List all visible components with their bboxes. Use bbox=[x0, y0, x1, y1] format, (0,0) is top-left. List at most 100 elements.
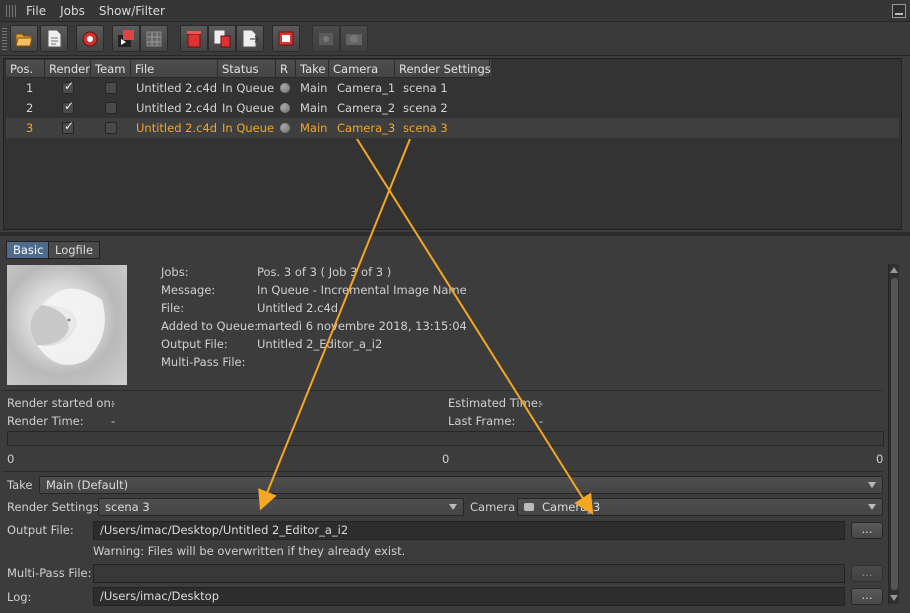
status-dot-icon bbox=[280, 83, 290, 93]
output-file-input[interactable]: /Users/imac/Desktop/Untitled 2_Editor_a_… bbox=[93, 521, 845, 540]
cell-camera: Camera_2 bbox=[337, 101, 396, 115]
jobs-value: Pos. 3 of 3 ( Job 3 of 3 ) bbox=[257, 265, 392, 279]
output-browse-button[interactable]: ... bbox=[851, 522, 883, 539]
render-button[interactable] bbox=[76, 25, 104, 52]
scroll-down-icon[interactable] bbox=[890, 595, 898, 601]
new-document-icon bbox=[47, 29, 62, 48]
render-checkbox[interactable] bbox=[62, 119, 74, 134]
scroll-thumb[interactable] bbox=[891, 278, 898, 590]
header-render[interactable]: Render bbox=[45, 60, 91, 78]
grid-icon bbox=[146, 31, 162, 47]
message-label: Message: bbox=[161, 283, 216, 297]
cell-render-settings: scena 1 bbox=[403, 81, 448, 95]
delete-button[interactable] bbox=[180, 25, 208, 52]
open-folder-button[interactable] bbox=[10, 25, 38, 52]
cell-render-settings: scena 2 bbox=[403, 101, 448, 115]
cell-camera: Camera_1 bbox=[337, 81, 396, 95]
grid-button[interactable] bbox=[140, 25, 168, 52]
chevron-down-icon bbox=[449, 504, 457, 510]
cell-pos: 2 bbox=[26, 101, 34, 115]
header-take[interactable]: Take bbox=[296, 60, 329, 78]
take-dropdown[interactable]: Main (Default) bbox=[39, 476, 883, 494]
header-status[interactable]: Status bbox=[218, 60, 276, 78]
minimize-icon[interactable] bbox=[892, 4, 906, 18]
log-input[interactable]: /Users/imac/Desktop bbox=[93, 587, 845, 606]
scroll-up-icon[interactable] bbox=[890, 267, 898, 273]
cell-take: Main bbox=[300, 121, 328, 135]
cell-camera: Camera_3 bbox=[337, 121, 396, 135]
toolbar-grip-icon[interactable] bbox=[2, 28, 7, 50]
multipass-file-input[interactable] bbox=[93, 564, 845, 583]
log-browse-button[interactable]: ... bbox=[851, 588, 883, 605]
render-time-value: - bbox=[111, 414, 116, 428]
menu-bar: File Jobs Show/Filter bbox=[0, 0, 910, 22]
cell-pos: 1 bbox=[26, 81, 34, 95]
tab-logfile[interactable]: Logfile bbox=[48, 241, 101, 259]
menu-file[interactable]: File bbox=[26, 4, 46, 18]
delete-all-button[interactable] bbox=[208, 25, 236, 52]
menu-show-filter[interactable]: Show/Filter bbox=[99, 4, 165, 18]
camera-dropdown[interactable]: Camera_3 bbox=[517, 498, 883, 516]
export-icon bbox=[242, 29, 259, 48]
header-camera[interactable]: Camera bbox=[329, 60, 395, 78]
camera-icon bbox=[524, 503, 534, 511]
header-r[interactable]: R bbox=[276, 60, 296, 78]
toolbar bbox=[0, 22, 910, 56]
render-queue-button[interactable] bbox=[112, 25, 140, 52]
export-button[interactable] bbox=[236, 25, 264, 52]
table-row[interactable]: 1 Untitled 2.c4d In Queue Main Camera_1 … bbox=[6, 78, 899, 98]
job-list: Pos. Render Team File Status R Take Came… bbox=[3, 58, 902, 230]
output-label: Output File: bbox=[161, 337, 228, 351]
cell-render-settings: scena 3 bbox=[403, 121, 448, 135]
status-dot-icon bbox=[280, 123, 290, 133]
take-value: Main (Default) bbox=[46, 478, 129, 492]
preview-shape-icon bbox=[30, 288, 105, 365]
divider bbox=[3, 471, 883, 472]
new-document-button[interactable] bbox=[40, 25, 68, 52]
camera-dim-button[interactable] bbox=[340, 25, 368, 52]
multipass-browse-button[interactable]: ... bbox=[851, 565, 883, 582]
message-value: In Queue - Incremental Image Name bbox=[257, 283, 467, 297]
settings-dim-button[interactable] bbox=[312, 25, 340, 52]
menu-jobs[interactable]: Jobs bbox=[60, 4, 85, 18]
last-frame-value: - bbox=[539, 414, 544, 428]
render-settings-label: Render Settings bbox=[7, 500, 99, 514]
team-checkbox[interactable] bbox=[105, 122, 117, 134]
progress-end: 0 bbox=[876, 452, 884, 466]
render-icon bbox=[82, 31, 98, 47]
delete-all-icon bbox=[213, 29, 231, 48]
render-time-label: Render Time: bbox=[7, 414, 84, 428]
team-checkbox[interactable] bbox=[105, 102, 117, 114]
status-dot-icon bbox=[280, 103, 290, 113]
render-settings-dropdown[interactable]: scena 3 bbox=[98, 498, 464, 516]
camera-dim-icon bbox=[346, 34, 362, 45]
cell-file: Untitled 2.c4d bbox=[136, 101, 218, 115]
header-pos[interactable]: Pos. bbox=[6, 60, 45, 78]
table-row-selected[interactable]: 3 Untitled 2.c4d In Queue Main Camera_3 … bbox=[6, 118, 899, 138]
divider bbox=[3, 390, 883, 391]
file-label: File: bbox=[161, 301, 185, 315]
take-label: Take bbox=[7, 478, 33, 492]
table-row[interactable]: 2 Untitled 2.c4d In Queue Main Camera_2 … bbox=[6, 98, 899, 118]
team-checkbox[interactable] bbox=[105, 82, 117, 94]
chevron-down-icon bbox=[868, 504, 876, 510]
log-label: Log: bbox=[7, 590, 32, 604]
added-label: Added to Queue: bbox=[161, 319, 259, 333]
delete-icon bbox=[187, 31, 201, 48]
header-team[interactable]: Team bbox=[91, 60, 131, 78]
render-checkbox[interactable] bbox=[62, 79, 74, 94]
camera-label: Camera bbox=[470, 500, 516, 514]
splitter[interactable] bbox=[0, 232, 910, 236]
grip-icon[interactable] bbox=[6, 4, 18, 17]
added-value: martedì 6 novembre 2018, 13:15:04 bbox=[257, 319, 467, 333]
stop-icon bbox=[278, 31, 294, 46]
stop-button[interactable] bbox=[272, 25, 300, 52]
cell-file: Untitled 2.c4d bbox=[136, 121, 218, 135]
multipass-file-label: Multi-Pass File: bbox=[7, 566, 92, 580]
render-checkbox[interactable] bbox=[62, 99, 74, 114]
open-folder-icon bbox=[15, 33, 33, 47]
header-file[interactable]: File bbox=[131, 60, 218, 78]
vertical-scrollbar[interactable] bbox=[888, 264, 899, 604]
header-render-settings[interactable]: Render Settings bbox=[395, 60, 491, 78]
tab-basic[interactable]: Basic bbox=[6, 241, 51, 259]
